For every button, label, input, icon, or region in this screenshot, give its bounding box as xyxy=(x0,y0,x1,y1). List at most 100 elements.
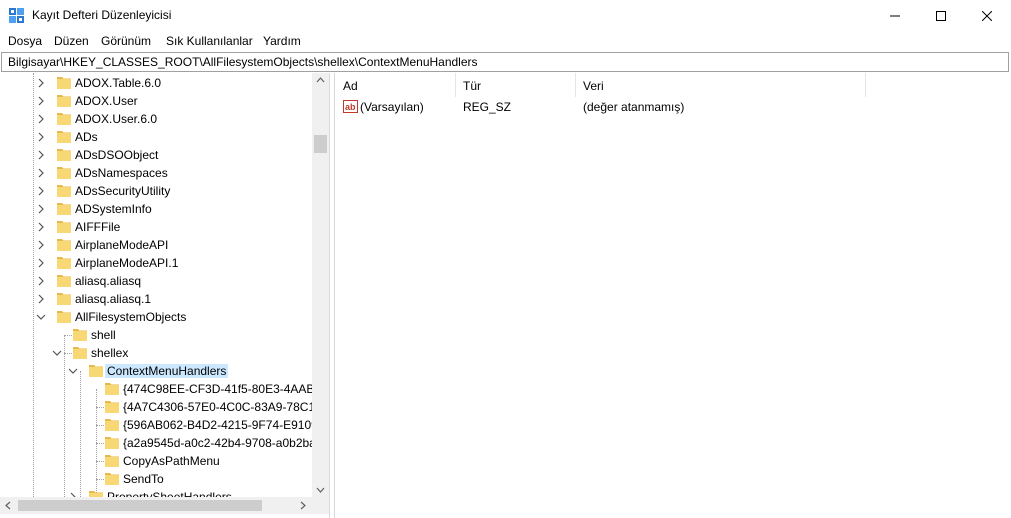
tree-item[interactable]: shell xyxy=(0,326,312,344)
tree-item[interactable]: CopyAsPathMenu xyxy=(0,452,312,470)
tree-item[interactable]: ADOX.Table.6.0 xyxy=(0,74,312,92)
chevron-right-icon[interactable] xyxy=(36,96,46,106)
tree-item[interactable]: ADSystemInfo xyxy=(0,200,312,218)
chevron-right-icon[interactable] xyxy=(36,78,46,88)
chevron-right-icon[interactable] xyxy=(36,204,46,214)
folder-icon xyxy=(57,149,71,161)
tree-item[interactable]: AIFFFile xyxy=(0,218,312,236)
tree-item[interactable]: {474C98EE-CF3D-41f5-80E3-4AAB0A xyxy=(0,380,312,398)
key-tree-pane: ADOX.Table.6.0 ADOX.User ADOX.User.6.0 ADs A… xyxy=(0,73,330,518)
tree-item[interactable]: aliasq.aliasq xyxy=(0,272,312,290)
chevron-right-icon[interactable] xyxy=(36,294,46,304)
chevron-right-icon[interactable] xyxy=(36,276,46,286)
tree-item-label: AllFilesystemObjects xyxy=(75,310,187,324)
tree-item-label: {474C98EE-CF3D-41f5-80E3-4AAB0A xyxy=(123,382,312,396)
folder-icon xyxy=(57,167,71,179)
value-data: (değer atanmamış) xyxy=(583,100,685,114)
scroll-right-icon[interactable] xyxy=(300,501,306,510)
tree-vertical-scroll-thumb[interactable] xyxy=(314,135,327,153)
chevron-right-icon[interactable] xyxy=(36,240,46,250)
chevron-right-icon[interactable] xyxy=(36,168,46,178)
tree-item-label: ADSystemInfo xyxy=(75,202,152,216)
tree-item-label: {596AB062-B4D2-4215-9F74-E9109B0 xyxy=(123,418,312,432)
tree-item[interactable]: {596AB062-B4D2-4215-9F74-E9109B0 xyxy=(0,416,312,434)
tree-item[interactable]: PropertySheetHandlers xyxy=(0,488,312,497)
tree-item-label: {4A7C4306-57E0-4C0C-83A9-78C152 xyxy=(123,400,312,414)
folder-icon xyxy=(57,311,71,323)
column-header-data[interactable]: Veri xyxy=(575,73,865,97)
value-name: (Varsayılan) xyxy=(360,100,424,114)
column-header-type-label: Tür xyxy=(463,79,481,93)
regedit-icon xyxy=(9,8,24,23)
address-path[interactable]: Bilgisayar\HKEY_CLASSES_ROOT\AllFilesyst… xyxy=(8,55,478,69)
scroll-up-icon[interactable] xyxy=(316,77,325,83)
tree-item-label: ContextMenuHandlers xyxy=(105,364,229,378)
close-icon xyxy=(982,10,992,21)
tree-item[interactable]: AirplaneModeAPI xyxy=(0,236,312,254)
close-button[interactable] xyxy=(964,0,1010,31)
tree-item[interactable]: {4A7C4306-57E0-4C0C-83A9-78C152 xyxy=(0,398,312,416)
tree-item[interactable]: ADsSecurityUtility xyxy=(0,182,312,200)
folder-icon xyxy=(57,275,71,287)
tree-item[interactable]: ADsNamespaces xyxy=(0,164,312,182)
column-header-data-label: Veri xyxy=(583,79,604,93)
folder-icon xyxy=(105,473,119,485)
folder-icon xyxy=(105,437,119,449)
tree-horizontal-scroll-thumb[interactable] xyxy=(18,500,262,511)
folder-icon xyxy=(73,329,87,341)
column-header-type[interactable]: Tür xyxy=(455,73,575,97)
value-type: REG_SZ xyxy=(463,100,512,114)
chevron-right-icon[interactable] xyxy=(36,114,46,124)
tree-item-label: ADOX.Table.6.0 xyxy=(75,76,162,90)
menu-favorites[interactable]: Sık Kullanılanlar xyxy=(166,34,253,48)
tree-item[interactable]: AllFilesystemObjects xyxy=(0,308,312,326)
tree-item[interactable]: ADOX.User xyxy=(0,92,312,110)
folder-icon xyxy=(105,383,119,395)
maximize-button[interactable] xyxy=(918,0,964,31)
menu-gorunum[interactable]: Görünüm xyxy=(101,34,151,48)
tree-item[interactable]: ContextMenuHandlers xyxy=(0,362,312,380)
chevron-right-icon[interactable] xyxy=(36,222,46,232)
column-header-name[interactable]: Ad xyxy=(335,73,455,97)
tree-item[interactable]: AirplaneModeAPI.1 xyxy=(0,254,312,272)
tree-item-label: AirplaneModeAPI xyxy=(75,238,169,252)
window-title: Kayıt Defteri Düzenleyicisi xyxy=(32,8,172,22)
address-bar[interactable]: Bilgisayar\HKEY_CLASSES_ROOT\AllFilesyst… xyxy=(1,52,1009,72)
menu-duzen[interactable]: Düzen xyxy=(54,34,89,48)
tree-item[interactable]: ADsDSOObject xyxy=(0,146,312,164)
tree-item[interactable]: ADOX.User.6.0 xyxy=(0,110,312,128)
tree-item[interactable]: shellex xyxy=(0,344,312,362)
folder-icon xyxy=(57,257,71,269)
chevron-right-icon[interactable] xyxy=(36,258,46,268)
tree-item-label: ADsDSOObject xyxy=(75,148,159,162)
scroll-down-icon[interactable] xyxy=(316,487,325,493)
menu-dosya[interactable]: Dosya xyxy=(8,34,42,48)
minimize-button[interactable] xyxy=(872,0,918,31)
tree-item[interactable]: ADs xyxy=(0,128,312,146)
folder-icon xyxy=(105,401,119,413)
tree-item-label: AirplaneModeAPI.1 xyxy=(75,256,179,270)
tree-item[interactable]: {a2a9545d-a0c2-42b4-9708-a0b2bad xyxy=(0,434,312,452)
tree-item[interactable]: aliasq.aliasq.1 xyxy=(0,290,312,308)
column-header-name-label: Ad xyxy=(343,79,358,93)
tree-item-label: ADsSecurityUtility xyxy=(75,184,171,198)
folder-icon xyxy=(57,113,71,125)
svg-text:ab: ab xyxy=(345,102,356,112)
tree-horizontal-scrollbar[interactable] xyxy=(0,497,312,514)
scrollbar-corner xyxy=(312,497,329,514)
chevron-down-icon[interactable] xyxy=(68,366,78,376)
chevron-right-icon[interactable] xyxy=(36,186,46,196)
tree-item[interactable]: SendTo xyxy=(0,470,312,488)
tree-item-label: aliasq.aliasq.1 xyxy=(75,292,152,306)
chevron-down-icon[interactable] xyxy=(52,348,62,358)
tree-vertical-scrollbar[interactable] xyxy=(312,73,329,497)
chevron-right-icon[interactable] xyxy=(36,150,46,160)
key-tree: ADOX.Table.6.0 ADOX.User ADOX.User.6.0 ADs A… xyxy=(0,73,312,497)
column-divider[interactable] xyxy=(865,73,866,97)
scroll-left-icon[interactable] xyxy=(5,501,11,510)
menu-yardim[interactable]: Yardım xyxy=(263,34,301,48)
chevron-right-icon[interactable] xyxy=(36,132,46,142)
folder-icon xyxy=(73,347,87,359)
tree-item-label: PropertySheetHandlers xyxy=(107,490,232,497)
chevron-down-icon[interactable] xyxy=(36,312,46,322)
